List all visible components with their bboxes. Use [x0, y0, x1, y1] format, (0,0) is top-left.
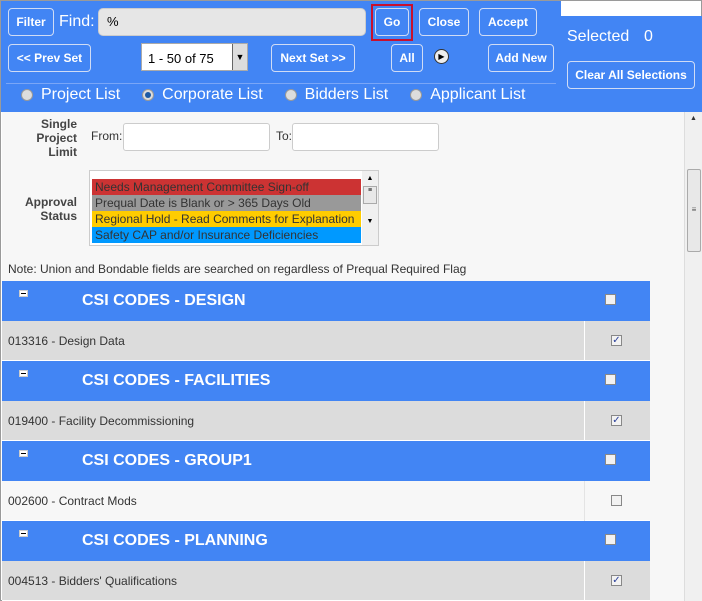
- status-option[interactable]: Regional Hold - Read Comments for Explan…: [92, 211, 361, 227]
- selection-panel: Selected 0 Clear All Selections: [561, 16, 702, 112]
- accept-button[interactable]: Accept: [479, 8, 537, 36]
- selected-count: 0: [644, 28, 653, 45]
- list-item: 004513 - Bidders' Qualifications ✓: [2, 561, 650, 601]
- find-label: Find:: [59, 13, 95, 30]
- group-checkbox[interactable]: [605, 374, 616, 385]
- page-select[interactable]: 1 - 50 of 75 ▼: [141, 43, 248, 71]
- item-checkbox-checked[interactable]: ✓: [611, 575, 622, 586]
- group-checkbox[interactable]: [605, 534, 616, 545]
- group-title: CSI CODES - DESIGN: [82, 292, 246, 309]
- group-title: CSI CODES - FACILITIES: [82, 372, 271, 389]
- group-title: CSI CODES - PLANNING: [82, 532, 268, 549]
- list-type-radios: Project List Corporate List Bidders List…: [21, 86, 547, 104]
- scroll-up-icon[interactable]: ▲: [685, 115, 702, 122]
- status-option[interactable]: Safety CAP and/or Insurance Deficiencies: [92, 227, 361, 243]
- radio-bidders-list[interactable]: Bidders List: [284, 86, 389, 104]
- from-label: From:: [91, 129, 123, 143]
- to-input[interactable]: [292, 123, 439, 151]
- item-label: 019400 - Facility Decommissioning: [8, 414, 195, 428]
- group-header-planning: CSI CODES - PLANNING: [2, 521, 650, 561]
- item-label: 002600 - Contract Mods: [8, 494, 137, 508]
- all-button[interactable]: All: [391, 44, 423, 72]
- approval-status-label: Approval Status: [24, 195, 77, 223]
- group-title: CSI CODES - GROUP1: [82, 452, 252, 469]
- radio-corporate-list[interactable]: Corporate List: [142, 86, 263, 104]
- prev-set-button[interactable]: << Prev Set: [8, 44, 91, 72]
- radio-label: Applicant List: [430, 86, 526, 103]
- radio-applicant-list[interactable]: Applicant List: [410, 86, 525, 104]
- next-set-button[interactable]: Next Set >>: [271, 44, 355, 72]
- single-project-limit-label: Single Project Limit: [36, 117, 77, 159]
- filter-button[interactable]: Filter: [8, 8, 54, 36]
- status-option[interactable]: Needs Management Committee Sign-off: [92, 179, 361, 195]
- group-header-facilities: CSI CODES - FACILITIES: [2, 361, 650, 401]
- chevron-down-icon[interactable]: ▼: [232, 44, 247, 70]
- filter-content: Single Project Limit From: To: Approval Sta…: [2, 112, 684, 601]
- scrollbar-thumb[interactable]: ≡: [687, 169, 701, 252]
- item-label: 013316 - Design Data: [8, 334, 125, 348]
- group-header-group1: CSI CODES - GROUP1: [2, 441, 650, 481]
- approval-status-listbox[interactable]: Needs Management Committee Sign-off Preq…: [89, 170, 379, 246]
- list-item: 013316 - Design Data ✓: [2, 321, 650, 361]
- divider: [6, 83, 556, 84]
- collapse-icon[interactable]: [19, 370, 28, 377]
- toolbar: Filter Find: % Go Close Accept << Prev S…: [1, 1, 561, 112]
- radio-label: Bidders List: [304, 86, 389, 103]
- add-new-button[interactable]: Add New: [488, 44, 554, 72]
- close-button[interactable]: Close: [419, 8, 469, 36]
- radio-icon[interactable]: [21, 89, 33, 101]
- status-option[interactable]: Prequal Date is Blank or > 365 Days Old: [92, 195, 361, 211]
- group-checkbox[interactable]: [605, 294, 616, 305]
- radio-project-list[interactable]: Project List: [21, 86, 120, 104]
- group-header-design: CSI CODES - DESIGN: [2, 281, 650, 321]
- go-button[interactable]: Go: [375, 8, 409, 36]
- clear-all-selections-button[interactable]: Clear All Selections: [567, 61, 695, 89]
- find-input[interactable]: %: [98, 8, 366, 36]
- to-label: To:: [276, 129, 293, 143]
- from-input[interactable]: [123, 123, 270, 151]
- window: Filter Find: % Go Close Accept << Prev S…: [0, 0, 702, 601]
- item-checkbox-checked[interactable]: ✓: [611, 415, 622, 426]
- list-item: 002600 - Contract Mods: [2, 481, 650, 521]
- radio-icon[interactable]: [410, 89, 423, 101]
- group-checkbox[interactable]: [605, 454, 616, 465]
- play-icon[interactable]: ▶: [434, 49, 449, 64]
- radio-selected-icon[interactable]: [142, 89, 155, 101]
- collapse-icon[interactable]: [19, 290, 28, 297]
- collapse-icon[interactable]: [19, 530, 28, 537]
- collapse-icon[interactable]: [19, 450, 28, 457]
- selected-label: Selected: [567, 28, 630, 45]
- page-select-value: 1 - 50 of 75: [148, 51, 214, 66]
- item-checkbox[interactable]: [611, 495, 622, 506]
- scrollbar[interactable]: ▲ ≡: [684, 112, 702, 601]
- item-label: 004513 - Bidders' Qualifications: [8, 574, 178, 588]
- item-checkbox-checked[interactable]: ✓: [611, 335, 622, 346]
- listbox-scrollbar[interactable]: ▲ ≡ ▼: [362, 171, 378, 245]
- radio-label: Corporate List: [162, 86, 263, 103]
- radio-icon[interactable]: [284, 89, 297, 101]
- radio-label: Project List: [41, 86, 121, 103]
- note-text: Note: Union and Bondable fields are sear…: [8, 262, 467, 276]
- list-item: 019400 - Facility Decommissioning ✓: [2, 401, 650, 441]
